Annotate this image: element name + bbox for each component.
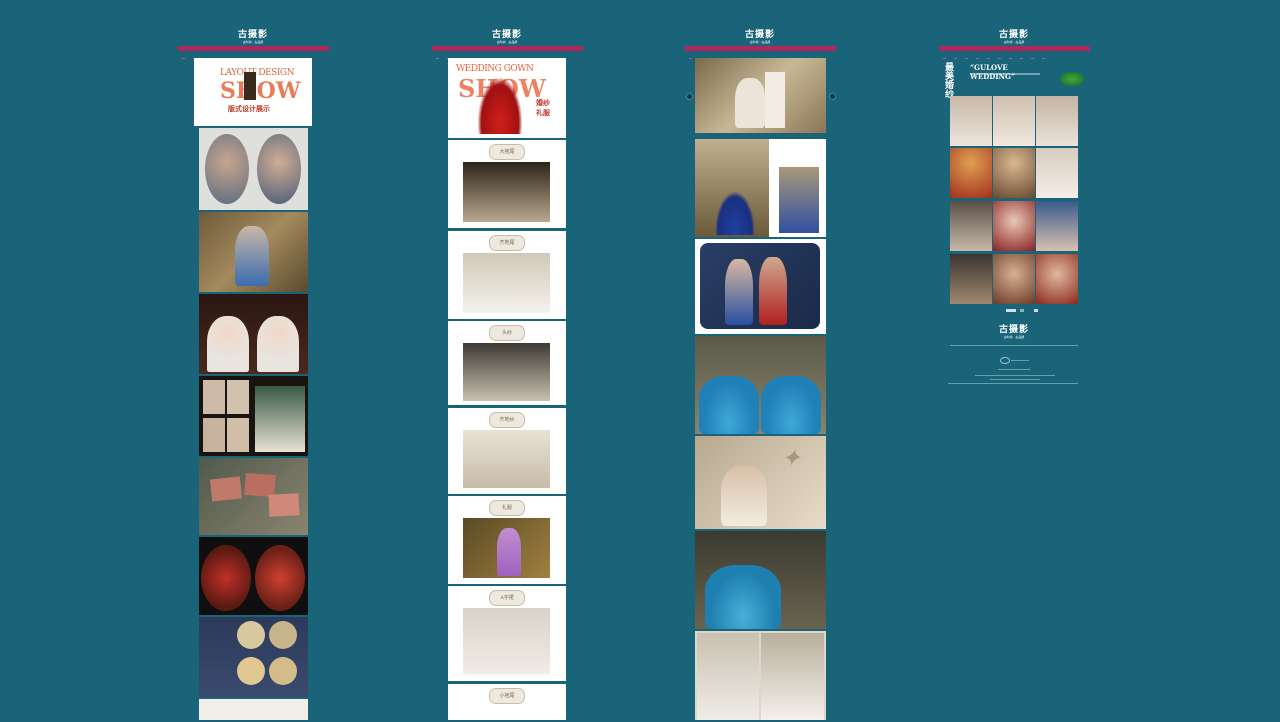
brand-tagline: 古时尚 · 古品质	[1003, 40, 1025, 44]
footer-tagline: 古时尚 · 古品质	[1003, 335, 1025, 339]
footer-text-line	[998, 369, 1030, 370]
brand-logo[interactable]: 古摄影	[934, 27, 1094, 40]
album-photo-6[interactable]	[199, 537, 308, 615]
gown-card[interactable]: 大拖尾	[448, 140, 566, 230]
portrait-thumb[interactable]	[993, 96, 1035, 146]
gallery-photo[interactable]	[695, 631, 826, 720]
gown-category-badge: 齐地尾	[489, 235, 525, 251]
gown-photo	[463, 253, 550, 313]
album-photo-8[interactable]	[199, 699, 308, 720]
portrait-thumb[interactable]	[1036, 96, 1078, 146]
bush-icon	[1060, 72, 1084, 86]
gown-card[interactable]: A字裙	[448, 586, 566, 683]
hero-top-text: WEDDING GOWN	[456, 64, 534, 74]
portrait-thumb[interactable]	[1036, 201, 1078, 251]
gown-card[interactable]: 齐地纱	[448, 408, 566, 496]
album-photo-2[interactable]	[199, 212, 308, 292]
portrait-thumb[interactable]	[1036, 254, 1078, 304]
nav-bar[interactable]	[685, 46, 836, 59]
brand-logo[interactable]: 古摄影	[173, 27, 333, 40]
gallery-photo[interactable]	[695, 336, 826, 434]
section-title-cn: 最美 婚纱	[945, 64, 954, 100]
gown-card[interactable]: 礼服	[448, 496, 566, 586]
portrait-thumb[interactable]	[993, 148, 1035, 198]
brand-tagline: 古时尚 · 古品质	[496, 40, 518, 44]
album-image	[244, 72, 256, 100]
footer-text-line	[1011, 360, 1029, 361]
album-photo-3[interactable]	[199, 294, 308, 374]
gown-card[interactable]: 小拖尾	[448, 684, 566, 722]
gown-category-badge: A字裙	[489, 590, 525, 606]
pagination-dot[interactable]	[1020, 309, 1024, 312]
portrait-thumb[interactable]	[993, 254, 1035, 304]
album-photo-7[interactable]	[199, 617, 308, 697]
album-photo-4[interactable]	[199, 376, 308, 456]
footer-divider	[950, 345, 1078, 346]
gown-hero: WEDDING GOWN SHOW 婚纱 礼服	[448, 58, 566, 138]
section-title-line-1: 最美	[945, 63, 955, 82]
nav-bar[interactable]	[939, 46, 1090, 59]
gown-category-badge: 头纱	[489, 325, 525, 341]
gown-card[interactable]: 头纱	[448, 321, 566, 407]
brand-logo[interactable]: 古摄影	[680, 27, 840, 40]
carousel-next-arrow[interactable]	[829, 93, 836, 100]
gown-card[interactable]: 齐地尾	[448, 231, 566, 321]
portrait-thumb[interactable]	[950, 201, 992, 251]
gown-category-badge: 小拖尾	[489, 688, 525, 704]
album-photo-1[interactable]	[199, 128, 308, 210]
pagination-active[interactable]	[1006, 309, 1016, 312]
portrait-thumb[interactable]	[950, 148, 992, 198]
layout-hero: LAYOUT DESIGN SHOW 版式设计展示	[194, 58, 312, 126]
gown-category-badge: 大拖尾	[489, 144, 525, 160]
gallery-photo[interactable]	[695, 239, 826, 334]
red-gown-image	[478, 78, 522, 134]
portrait-thumb[interactable]	[950, 96, 992, 146]
gown-category-badge: 齐地纱	[489, 412, 525, 428]
gallery-photo[interactable]	[695, 531, 826, 629]
gown-photo	[463, 430, 550, 488]
portrait-thumb[interactable]	[950, 254, 992, 304]
pagination-dot[interactable]	[1034, 309, 1038, 312]
gallery-photo[interactable]: ✦	[695, 436, 826, 529]
carousel-prev-arrow[interactable]	[686, 93, 693, 100]
portrait-thumb[interactable]	[1036, 148, 1078, 198]
footer-text-line	[990, 379, 1040, 380]
section-divider	[970, 73, 1040, 75]
brand-tagline: 古时尚 · 古品质	[242, 40, 264, 44]
footer-text-line	[975, 375, 1055, 376]
brand-tagline: 古时尚 · 古品质	[749, 40, 771, 44]
gown-photo	[463, 343, 550, 401]
gallery-photo[interactable]	[695, 139, 826, 237]
album-photo-5[interactable]	[199, 458, 308, 535]
gown-category-badge: 礼服	[489, 500, 525, 516]
sissi-script-icon: ✦	[781, 444, 802, 472]
hero-cn-text-2: 礼服	[536, 109, 550, 117]
footer-links[interactable]	[948, 383, 1078, 384]
brand-logo[interactable]: 古摄影	[427, 27, 587, 40]
nav-bar[interactable]	[432, 46, 583, 59]
gown-photo	[463, 162, 550, 222]
gown-photo	[463, 608, 550, 674]
hero-top-text: LAYOUT DESIGN	[220, 68, 294, 78]
hero-cn-text: 版式设计展示	[228, 105, 270, 113]
carousel-photo[interactable]	[695, 58, 826, 133]
section-title-en: “GULOVE WEDDING”	[970, 63, 1016, 81]
footer-logo[interactable]: 古摄影	[934, 322, 1094, 335]
hero-cn-text-1: 婚纱	[536, 99, 550, 107]
portrait-thumb[interactable]	[993, 201, 1035, 251]
gown-photo	[463, 518, 550, 578]
hero-big-text: SHOW	[220, 78, 301, 104]
nav-bar[interactable]	[178, 46, 329, 59]
crown-icon	[1000, 357, 1010, 364]
